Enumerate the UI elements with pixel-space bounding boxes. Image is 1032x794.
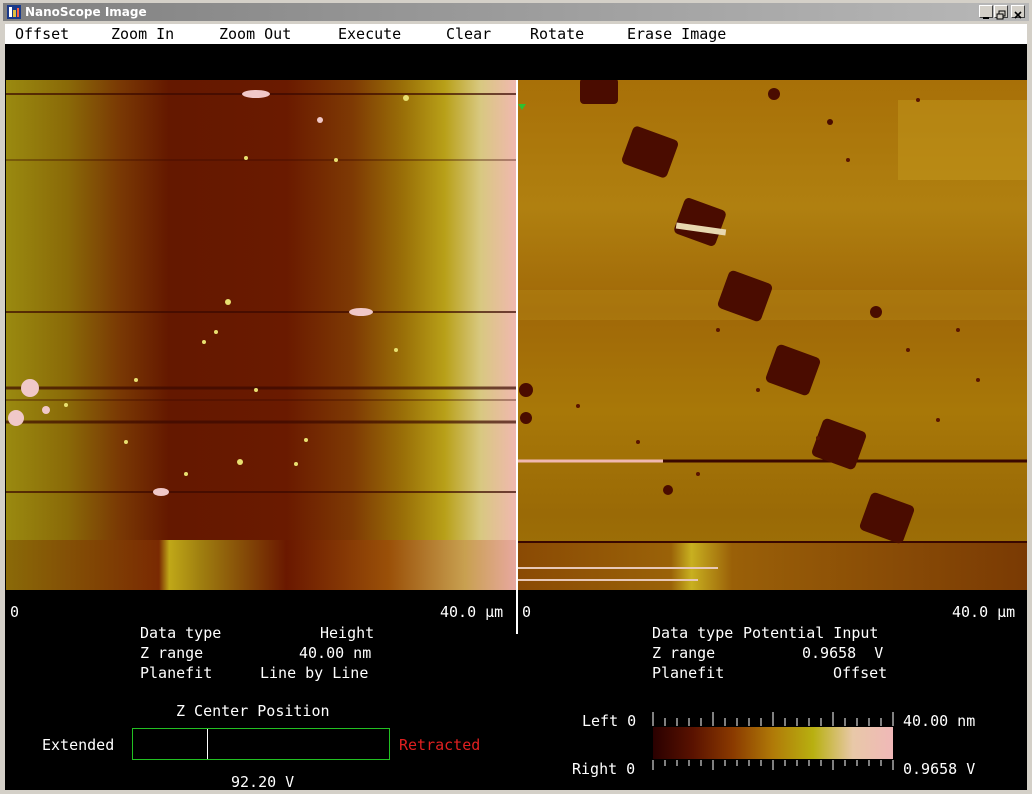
z-extended-label: Extended [42,736,115,754]
left-z-range-value: 40.00 nm [299,644,372,662]
potential-scan-image[interactable] [518,80,1027,590]
colorbar-top-value: 40.00 nm [903,712,976,730]
left-data-type-value: Height [320,624,375,642]
z-center-gauge [132,728,390,760]
close-icon [1014,11,1022,19]
minimize-icon [983,17,989,19]
image-canvas: 0 40.0 µm 0 40.0 µm Data type Height Z r… [5,44,1027,790]
menu-clear[interactable]: Clear [446,26,491,43]
z-voltage-value: 92.20 V [231,773,295,790]
height-scan-image[interactable] [6,80,516,590]
z-retracted-label: Retracted [399,736,481,754]
colorbar-bottom-value: 0.9658 V [903,760,976,778]
close-button[interactable] [1011,5,1025,19]
menu-rotate[interactable]: Rotate [530,26,584,43]
nanoscope-app-icon [7,5,21,19]
right-z-range-label: Z range [652,644,716,662]
right-scale-start: 0 [522,603,532,621]
right-planefit-value: Offset [833,664,888,682]
menu-zoom-out[interactable]: Zoom Out [219,26,291,43]
menu-bar: Offset Zoom In Zoom Out Execute Clear Ro… [5,24,1027,44]
restore-icon [996,10,1006,20]
right-z-range-value: 0.9658 V [802,644,884,662]
restore-button[interactable] [994,5,1008,20]
left-scale-start: 0 [10,603,20,621]
menu-zoom-in[interactable]: Zoom In [111,26,174,43]
z-center-title: Z Center Position [176,702,330,720]
menu-execute[interactable]: Execute [338,26,401,43]
left-planefit-value: Line by Line [260,664,369,682]
colorbar [652,712,894,770]
window-title: NanoScope Image [25,5,147,19]
right-scale-end: 40.0 µm [952,603,1016,621]
menu-erase-image[interactable]: Erase Image [627,26,726,43]
left-planefit-label: Planefit [140,664,213,682]
minimize-button[interactable] [979,5,993,19]
colorbar-left-label: Left 0 [582,712,637,730]
left-z-range-label: Z range [140,644,204,662]
title-bar[interactable]: NanoScope Image [3,3,1029,21]
left-data-type-label: Data type [140,624,222,642]
right-planefit-label: Planefit [652,664,725,682]
right-data-type-value: Potential Input [743,624,879,642]
colorbar-right-label: Right 0 [572,760,636,778]
z-center-indicator [207,729,208,759]
nanoscope-window: NanoScope Image Offset Zoom In Zoom Out … [0,0,1032,794]
right-data-type-label: Data type [652,624,734,642]
left-scale-end: 40.0 µm [440,603,504,621]
menu-offset[interactable]: Offset [15,26,69,43]
